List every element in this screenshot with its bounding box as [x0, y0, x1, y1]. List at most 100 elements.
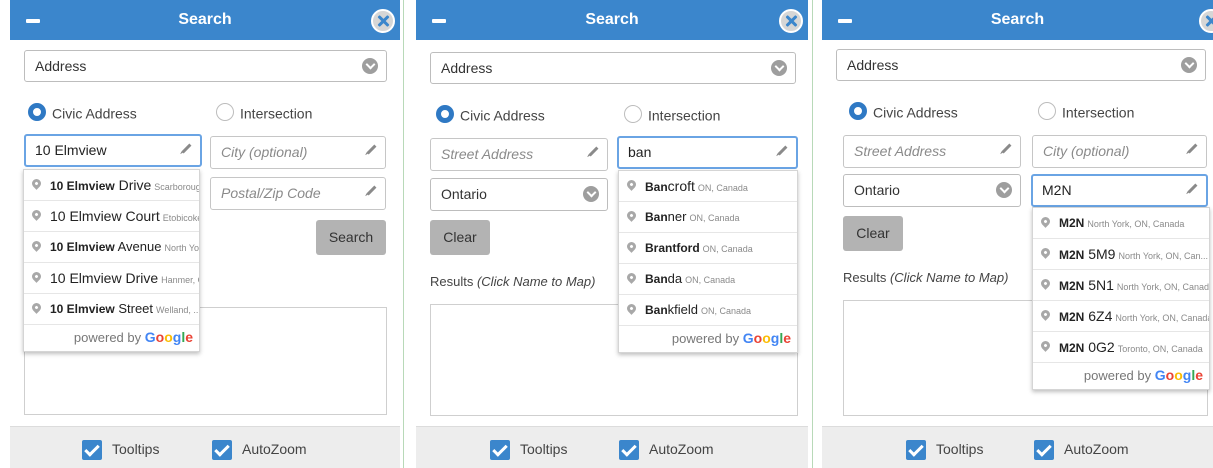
search-type-select[interactable]: Address: [24, 50, 387, 82]
suggestion-match: M2N: [1059, 279, 1085, 293]
clear-button[interactable]: Clear: [843, 216, 903, 251]
map-pin-icon: [30, 301, 43, 314]
radio-intersection[interactable]: Intersection: [624, 104, 720, 126]
radio-intersection[interactable]: Intersection: [216, 102, 312, 124]
pencil-icon: [588, 146, 599, 157]
google-logo-letter: o: [1165, 367, 1175, 383]
city-input[interactable]: ban: [617, 136, 798, 169]
suggestion-text: 6Z4: [1084, 308, 1113, 324]
province-value: Ontario: [441, 186, 487, 202]
suggestion-text: 5N1: [1084, 277, 1114, 293]
search-type-select[interactable]: Address: [836, 49, 1206, 81]
suggestion-secondary: ON, Canada: [701, 306, 752, 316]
autozoom-label: AutoZoom: [1064, 441, 1129, 457]
results-label-text: Results: [843, 270, 890, 285]
tooltips-checkbox[interactable]: Tooltips: [906, 439, 983, 461]
suggestion-match: 10 Elmview: [50, 179, 115, 193]
suggestion-item[interactable]: Banner ON, Canada: [619, 202, 797, 233]
suggestion-item[interactable]: 10 Elmview Street Welland, ...: [24, 294, 199, 325]
map-pin-icon: [625, 178, 638, 191]
suggestion-text: 5M9: [1084, 246, 1116, 262]
checkmark-icon: [1034, 440, 1054, 461]
street-address-input[interactable]: Street Address: [430, 138, 608, 171]
suggestion-secondary: Scarborough, ...: [154, 182, 199, 192]
province-select[interactable]: Ontario: [430, 178, 608, 211]
suggestion-item[interactable]: 10 Elmview DriveHanmer, O...: [24, 263, 199, 294]
minimize-button[interactable]: [836, 12, 864, 28]
suggestion-secondary: North York, ON, Canada: [1115, 313, 1209, 323]
suggestion-item[interactable]: 10 Elmview DriveScarborough, ...: [24, 170, 199, 201]
panel-title: Search: [178, 11, 232, 28]
radio-label: Civic Address: [52, 105, 137, 122]
suggestion-match: M2N: [1059, 341, 1085, 355]
search-button[interactable]: Search: [316, 220, 386, 255]
options-footer: Tooltips AutoZoom: [416, 426, 808, 468]
autocomplete-dropdown: 10 Elmview DriveScarborough, ... 10 Elmv…: [23, 169, 200, 352]
radio-civic-address[interactable]: Civic Address: [436, 104, 545, 126]
radio-unselected-icon: [1038, 102, 1056, 121]
suggestion-text: Avenue: [114, 239, 162, 254]
search-type-select[interactable]: Address: [430, 52, 796, 84]
title-bar: Search: [416, 0, 808, 40]
title-bar: Search: [10, 0, 400, 40]
suggestion-item[interactable]: M2N 5N1 North York, ON, Canada: [1033, 270, 1209, 301]
suggestion-item[interactable]: 10 Elmview AvenueNorth Yo...: [24, 232, 199, 263]
suggestion-secondary: ON, Canada: [685, 275, 736, 285]
suggestion-match: 10 Elmview: [50, 208, 122, 224]
suggestion-item[interactable]: Banda ON, Canada: [619, 264, 797, 295]
search-type-value: Address: [847, 57, 899, 73]
clear-button[interactable]: Clear: [430, 220, 490, 255]
checkmark-icon: [906, 440, 926, 461]
suggestion-item[interactable]: M2N 0G2 Toronto, ON, Canada: [1033, 332, 1209, 363]
suggestion-match: Ban: [645, 180, 668, 194]
city-input[interactable]: City (optional): [210, 136, 386, 169]
autocomplete-dropdown: Bancroft ON, Canada Banner ON, Canada Bran…: [618, 170, 798, 353]
powered-by-text: powered by: [1083, 368, 1155, 383]
map-pin-icon: [1039, 246, 1052, 259]
city-input[interactable]: City (optional): [1032, 135, 1207, 168]
minimize-button[interactable]: [24, 12, 52, 28]
radio-civic-address[interactable]: Civic Address: [28, 102, 137, 124]
radio-selected-icon: [28, 103, 46, 122]
province-select[interactable]: Ontario: [843, 174, 1021, 207]
suggestion-item[interactable]: Brantford ON, Canada: [619, 233, 797, 264]
google-logo-letter: o: [1174, 367, 1183, 383]
radio-label: Intersection: [1062, 104, 1135, 121]
suggestion-text: 0G2: [1084, 339, 1115, 355]
suggestion-item[interactable]: Bankfield ON, Canada: [619, 295, 797, 326]
close-button[interactable]: [779, 9, 803, 33]
suggestion-secondary: North York, ON, Canada: [1087, 219, 1185, 229]
radio-intersection[interactable]: Intersection: [1038, 101, 1134, 123]
tooltips-checkbox[interactable]: Tooltips: [82, 439, 159, 461]
suggestion-item[interactable]: M2N 5M9 North York, ON, Can...: [1033, 239, 1209, 270]
options-footer: Tooltips AutoZoom: [822, 426, 1213, 468]
pencil-icon: [366, 144, 377, 155]
tooltips-checkbox[interactable]: Tooltips: [490, 439, 567, 461]
suggestion-match: 10 Elmview: [50, 240, 115, 254]
radio-civic-address[interactable]: Civic Address: [849, 101, 958, 123]
suggestion-match: Ban: [645, 272, 668, 286]
autocomplete-dropdown: M2N North York, ON, Canada M2N 5M9 North Y…: [1032, 207, 1210, 390]
suggestion-item[interactable]: M2N 6Z4 North York, ON, Canada: [1033, 301, 1209, 332]
autozoom-checkbox[interactable]: AutoZoom: [212, 439, 307, 461]
suggestion-item[interactable]: Bancroft ON, Canada: [619, 171, 797, 202]
suggestion-item[interactable]: 10 Elmview CourtEtobicoke, ...: [24, 201, 199, 232]
close-button[interactable]: [371, 9, 395, 33]
autozoom-checkbox[interactable]: AutoZoom: [619, 439, 714, 461]
autozoom-checkbox[interactable]: AutoZoom: [1034, 439, 1129, 461]
suggestion-secondary: Hanmer, O...: [161, 275, 199, 285]
suggestion-text: kfield: [667, 302, 699, 317]
search-panel-3: Search Address Civic Address Intersectio…: [822, 0, 1213, 468]
map-pin-icon: [30, 270, 43, 283]
street-address-input[interactable]: Street Address: [843, 135, 1021, 168]
minimize-button[interactable]: [430, 12, 458, 28]
radio-selected-icon: [849, 102, 867, 121]
suggestion-match: Brantford: [645, 241, 700, 255]
powered-by-text: powered by: [671, 331, 743, 346]
postal-code-input[interactable]: M2N: [1031, 174, 1208, 207]
street-address-input[interactable]: 10 Elmview: [24, 134, 202, 167]
postal-code-input[interactable]: Postal/Zip Code: [210, 177, 386, 210]
suggestion-secondary: Etobicoke, ...: [162, 213, 199, 223]
google-logo-letter: o: [762, 330, 771, 346]
suggestion-item[interactable]: M2N North York, ON, Canada: [1033, 208, 1209, 239]
